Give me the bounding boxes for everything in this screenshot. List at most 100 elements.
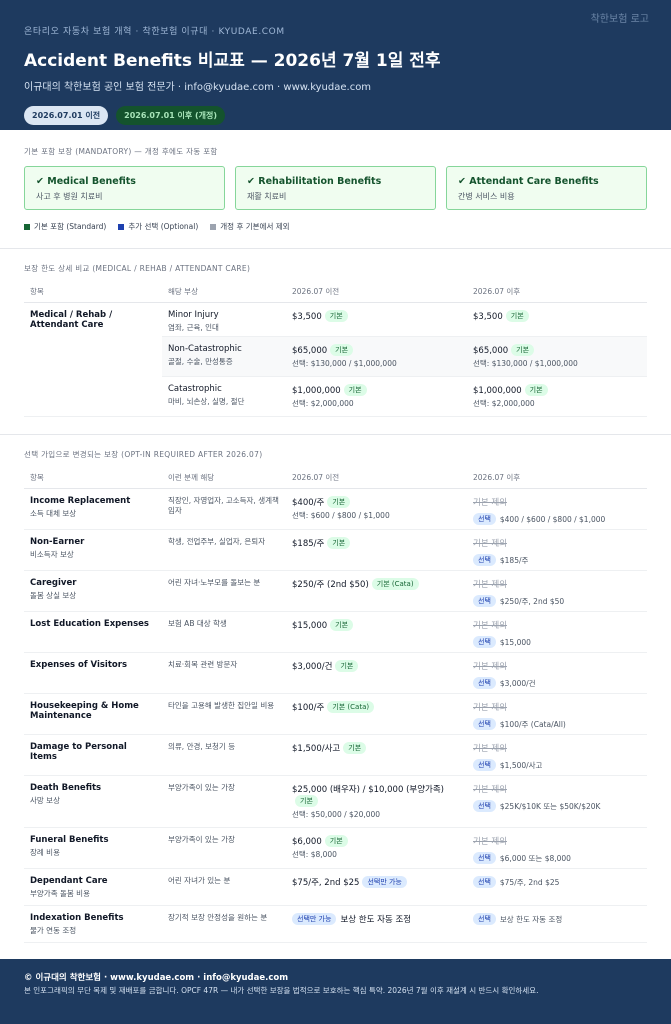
col-header: 2026.07 이후 [467, 468, 647, 489]
item-cell: Lost Education Expenses [24, 611, 162, 653]
item-name: Non-Earner [30, 537, 85, 547]
item-cell: Income Replacement 소득 대체 보상 [24, 488, 162, 530]
before-amount: $1,500/사고 [292, 744, 341, 754]
before-value: $25,000 (배우자) / $10,000 (부양가족)기본 [292, 783, 461, 807]
select-tag: 선택 [473, 718, 496, 730]
item-name: Damage to Personal Items [30, 742, 127, 762]
card-sub: 사고 후 병원 치료비 [36, 192, 103, 201]
before-detail: 선택: $130,000 / $1,000,000 [292, 359, 397, 368]
standard-tag: 기본 [330, 619, 354, 631]
after-cell: 기본 제외 선택 $185/주 [467, 529, 647, 571]
after-amount: $75/주, 2nd $25 [499, 878, 560, 887]
after-amount: $6,000 또는 $8,000 [499, 854, 571, 863]
select-tag: 선택 [473, 677, 496, 689]
optional-only-tag: 선택만 가능 [362, 876, 407, 888]
after-value: 선택 $400 / $600 / $800 / $1,000 [473, 513, 641, 525]
who-cell: 타인을 고용해 발생한 집안일 비용 [162, 693, 286, 735]
select-tag: 선택 [473, 852, 496, 864]
who-cell: 치료·회복 관련 방문자 [162, 652, 286, 694]
after-cell: 기본 제외 선택 $100/주 (Cata/All) [467, 693, 647, 735]
table-row: Expenses of Visitors 치료·회복 관련 방문자 $3,000/건… [24, 652, 647, 694]
table-row: Dependant Care 부양가족 돌봄 비용 어린 자녀가 있는 분 $75/주… [24, 868, 647, 906]
item-name: Funeral Benefits [30, 835, 109, 845]
after-amount: $250/주, 2nd $50 [499, 597, 565, 606]
who-text: 보험 AB 대상 학생 [168, 619, 227, 628]
who-text: 어린 자녀가 있는 분 [168, 876, 231, 885]
who-text: 학생, 전업주부, 실업자, 은퇴자 [168, 537, 266, 546]
before-detail: 선택: $50,000 / $20,000 [292, 810, 381, 819]
table-row: Damage to Personal Items 의류, 안경, 보청기 등 $1,… [24, 734, 647, 776]
after-cell: 기본 제외 선택 $15,000 [467, 611, 647, 653]
after-value: 선택 $25K/$10K 또는 $50K/$20K [473, 800, 641, 812]
before-amount: $1,000,000 [292, 386, 341, 396]
card-medical: ✔ Medical Benefits 사고 후 병원 치료비 [24, 166, 225, 210]
who-text: 부양가족이 있는 가장 [168, 835, 235, 844]
removed-label: 기본 제외 [473, 744, 507, 754]
select-tag: 선택 [473, 595, 496, 607]
table-row: Lost Education Expenses 보험 AB 대상 학생 $15,00… [24, 611, 647, 653]
optional-only-tag: 선택만 가능 [292, 913, 337, 925]
table-row: Non-Earner 비소득자 보상 학생, 전업주부, 실업자, 은퇴자 $185/… [24, 529, 647, 571]
item-sub: 소득 대체 보상 [30, 509, 77, 518]
item-cell: Caregiver 돌봄 상실 보상 [24, 570, 162, 612]
after-amount: $400 / $600 / $800 / $1,000 [499, 515, 606, 524]
after-amount: $3,000/건 [499, 679, 536, 688]
table-row: Funeral Benefits 장례 비용 부양가족이 있는 가장 $6,000 기본… [24, 827, 647, 869]
after-amount: $3,500 [473, 312, 503, 322]
before-amount: $25,000 (배우자) / $10,000 (부양가족) [292, 785, 444, 795]
injury-name: Non-Catastrophic [168, 344, 242, 354]
before-detail: 선택: $600 / $800 / $1,000 [292, 511, 390, 520]
before-cell: $1,500/사고 기본 [286, 734, 467, 776]
limits-table: 항목 해당 부상 2026.07 이전 2026.07 이후 Medical /… [24, 282, 647, 417]
before-amount: $6,000 [292, 837, 322, 847]
card-attendant: ✔ Attendant Care Benefits 간병 서비스 비용 [446, 166, 647, 210]
item-name: Income Replacement [30, 496, 131, 506]
item-name: Housekeeping & Home Maintenance [30, 701, 139, 721]
card-sub: 재활 치료비 [247, 192, 287, 201]
who-cell: 보험 AB 대상 학생 [162, 611, 286, 653]
who-text: 직장인, 자영업자, 고소득자, 생계책임자 [168, 496, 279, 516]
before-value: $6,000 기본 [292, 835, 461, 847]
item-sub: 돌봄 상실 보상 [30, 591, 77, 600]
after-cell: 기본 제외 선택 $3,000/건 [467, 652, 647, 694]
item-cell: Dependant Care 부양가족 돌봄 비용 [24, 868, 162, 906]
injury-name: Minor Injury [168, 310, 219, 320]
injury-sub: 염좌, 근육, 인대 [168, 323, 219, 332]
before-amount: $250/주 (2nd $50) [292, 580, 369, 590]
select-tag: 선택 [473, 636, 496, 648]
item-cell: Housekeeping & Home Maintenance [24, 693, 162, 735]
mandatory-cards: ✔ Medical Benefits 사고 후 병원 치료비 ✔ Rehabil… [24, 166, 647, 210]
standard-tag: 기본 [324, 835, 348, 847]
before-cell: $3,000/건 기본 [286, 652, 467, 694]
after-value: 선택 $6,000 또는 $8,000 [473, 852, 641, 864]
card-title: ✔ Rehabilitation Benefits [247, 176, 382, 187]
item-name: Lost Education Expenses [30, 619, 149, 629]
select-tag: 선택 [473, 759, 496, 771]
before-value: $250/주 (2nd $50) 기본 (Cata) [292, 578, 461, 590]
header-banner: 착한보험 로고 온타리오 자동차 보험 개혁 · 착한보험 이규대 · KYUD… [0, 0, 671, 130]
before-value: $3,500 기본 [292, 310, 461, 322]
item-cell: Expenses of Visitors [24, 652, 162, 694]
table-row: Housekeeping & Home Maintenance 타인을 고용해 발… [24, 693, 647, 735]
before-value: $75/주, 2nd $25 선택만 가능 [292, 876, 461, 888]
limits-label: 보장 한도 상세 비교 (MEDICAL / REHAB / ATTENDANT… [24, 264, 251, 273]
after-amount: $25K/$10K 또는 $50K/$20K [499, 802, 601, 811]
who-cell: 어린 자녀가 있는 분 [162, 868, 286, 906]
item-sub: 사망 보상 [30, 796, 60, 805]
before-amount: $65,000 [292, 346, 328, 356]
who-cell: 부양가족이 있는 가장 [162, 827, 286, 869]
standard-tag: 기본 [343, 742, 367, 754]
before-cell: $1,000,000 기본 선택: $2,000,000 [286, 376, 467, 417]
after-value: 선택 $3,000/건 [473, 677, 641, 689]
mandatory-label: 기본 포함 보장 (MANDATORY) — 개정 후에도 자동 포함 [24, 147, 218, 156]
footer-notice: 본 인포그래픽의 무단 복제 및 재배포를 금합니다. OPCF 47R — 내… [24, 986, 539, 995]
who-cell: 부양가족이 있는 가장 [162, 775, 286, 828]
after-cell: $65,000 기본 선택: $130,000 / $1,000,000 [467, 336, 647, 377]
standard-tag: 기본 [524, 384, 548, 396]
standard-tag: 기본 [327, 537, 351, 549]
after-cell: 기본 제외 선택 $1,500/사고 [467, 734, 647, 776]
before-amount: $3,500 [292, 312, 322, 322]
legend-swatch [118, 223, 125, 230]
before-cell: 선택만 가능 보상 한도 자동 조정 [286, 905, 467, 943]
after-cell: $3,500 기본 [467, 302, 647, 337]
